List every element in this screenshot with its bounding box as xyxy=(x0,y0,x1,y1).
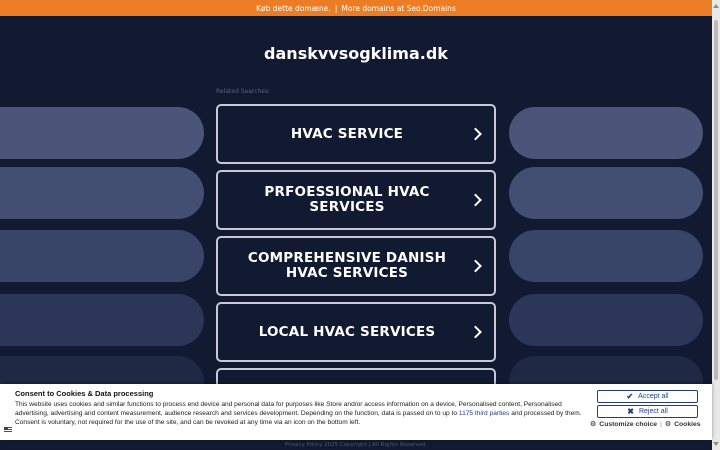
more-domains-link[interactable]: More domains at Seo.Domains xyxy=(341,4,456,13)
scroll-down-arrow-icon[interactable] xyxy=(713,442,719,446)
decorative-pill xyxy=(509,294,703,346)
cookie-icon: ⚙ xyxy=(664,421,672,428)
related-search-label: HVAC SERVICE xyxy=(290,125,404,142)
chevron-right-icon xyxy=(469,193,482,207)
related-search-button[interactable]: HVAC SERVICE xyxy=(216,104,496,164)
consent-body: This website uses cookies and similar fu… xyxy=(15,400,583,427)
domain-title: danskvvsogklima.dk xyxy=(264,44,448,63)
third-parties-link[interactable]: 1175 third parties xyxy=(459,410,509,417)
related-search-button[interactable]: COMPREHENSIVE DANISH HVAC SERVICES xyxy=(216,236,496,296)
related-search-button[interactable]: PRFOESSIONAL HVAC SERVICES xyxy=(216,170,496,230)
reject-all-label: Reject all xyxy=(638,408,668,415)
cookie-consent-banner: Consent to Cookies & Data processing Thi… xyxy=(0,384,712,440)
scrollbar-thumb[interactable] xyxy=(714,20,718,380)
scroll-up-arrow-icon[interactable] xyxy=(713,4,719,8)
consent-links: ⚙ Customize choice | ⚙ Cookies xyxy=(590,420,710,429)
buy-domain-link[interactable]: Køb dette domæne. xyxy=(256,4,331,13)
related-search-label: COMPREHENSIVE DANISH HVAC SERVICES xyxy=(247,250,447,281)
chevron-right-icon xyxy=(469,325,482,339)
related-search-button[interactable]: LOCAL HVAC SERVICES xyxy=(216,302,496,362)
customize-choice-link[interactable]: Customize choice xyxy=(599,421,657,428)
decorative-pill xyxy=(0,107,204,159)
related-searches-label: Related Searches: xyxy=(216,88,271,95)
accept-all-button[interactable]: ✔ Accept all xyxy=(597,390,698,403)
page-scrollbar[interactable] xyxy=(712,0,720,450)
topbar-separator: | xyxy=(334,3,338,13)
x-icon: ✖ xyxy=(627,407,634,416)
link-separator: | xyxy=(660,420,662,428)
chevron-right-icon xyxy=(469,127,482,141)
related-search-label: LOCAL HVAC SERVICES xyxy=(258,323,436,340)
decorative-pill xyxy=(509,107,703,159)
decorative-pill xyxy=(0,167,204,219)
flag-icon[interactable] xyxy=(4,427,12,433)
decorative-pill xyxy=(509,167,703,219)
gear-icon: ⚙ xyxy=(590,421,597,428)
domain-sale-bar: Køb dette domæne. | More domains at Seo.… xyxy=(0,0,712,16)
footer-text: Privacy Policy 2025 Copyright | All Righ… xyxy=(284,442,428,448)
reject-all-button[interactable]: ✖ Reject all xyxy=(597,405,698,418)
cookies-link[interactable]: Cookies xyxy=(674,421,700,428)
chevron-right-icon xyxy=(469,259,482,273)
check-icon: ✔ xyxy=(626,392,634,401)
related-search-label: PRFOESSIONAL HVAC SERVICES xyxy=(264,184,430,215)
accept-all-label: Accept all xyxy=(638,393,669,400)
decorative-pill xyxy=(0,294,204,346)
decorative-pill xyxy=(0,230,204,282)
decorative-pill xyxy=(509,230,703,282)
consent-heading: Consent to Cookies & Data processing xyxy=(15,389,154,398)
